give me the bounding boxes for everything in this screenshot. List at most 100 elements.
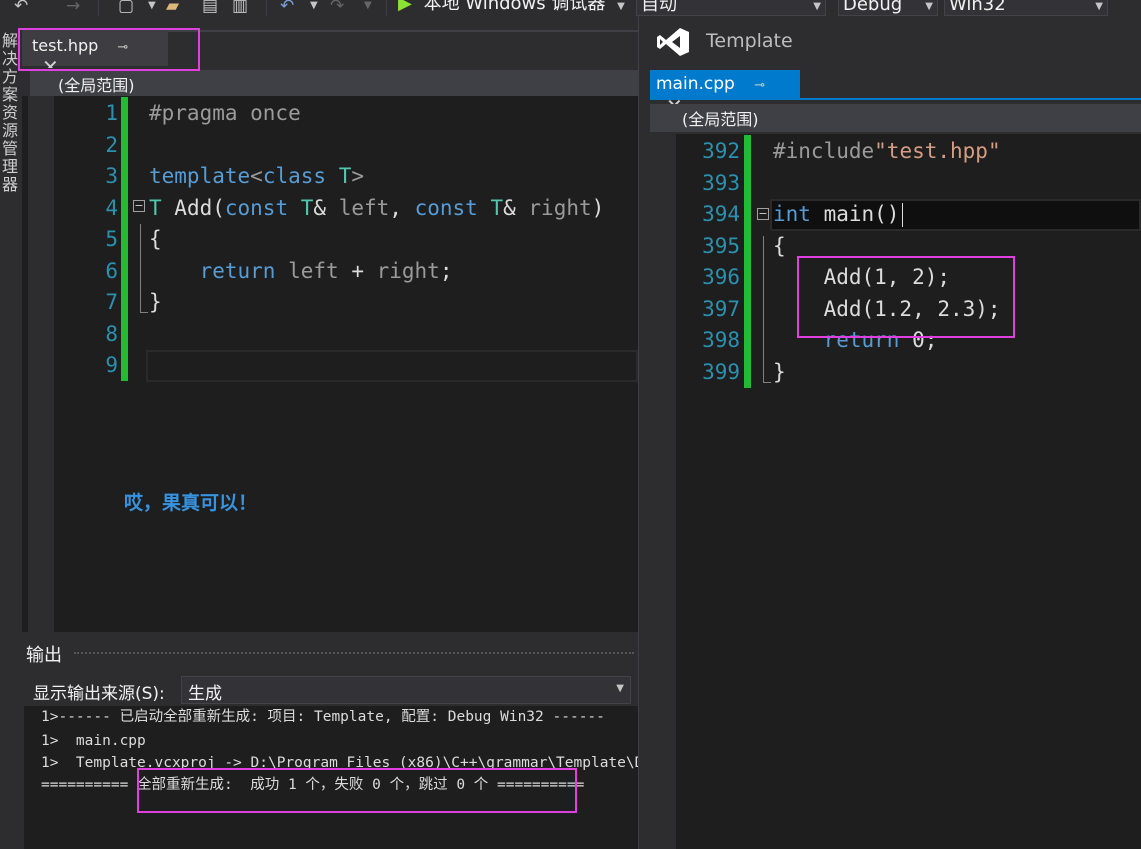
code-token: int [773, 202, 811, 226]
code-token: main() [810, 202, 900, 226]
code-token: } [149, 290, 162, 314]
code-token: & [313, 195, 339, 220]
code-token: & [503, 195, 529, 220]
output-line: 1> main.cpp [41, 733, 146, 749]
code-line: template<class T> [149, 161, 364, 193]
line-number: 9 [105, 353, 118, 377]
code-token: , [389, 195, 415, 220]
line-number: 6 [105, 258, 118, 283]
debugger-label: 本地 Windows 调试器 [423, 0, 606, 14]
current-line-highlight [146, 350, 638, 382]
code-line: { [773, 231, 786, 263]
chevron-down-icon: ▼ [616, 683, 624, 694]
visual-studio-logo-icon [657, 28, 689, 56]
highlight-box-tab [18, 28, 200, 71]
code-token: { [149, 227, 162, 251]
undo-dropdown-icon[interactable]: ▼ [310, 0, 318, 16]
line-number: 393 [702, 170, 740, 195]
code-token: const [224, 195, 289, 220]
auto-value: 自动 [641, 0, 677, 15]
tab-main-cpp[interactable]: main.cpp ⊸ ✕ [650, 70, 800, 118]
navigate-forward-icon[interactable]: → [66, 0, 80, 16]
collapse-icon[interactable]: − [757, 208, 769, 220]
code-token: right [376, 258, 440, 283]
scope-label: (全局范围) [682, 110, 759, 129]
solution-explorer-label[interactable]: 解决方案资源管理器 [2, 32, 18, 194]
code-token: return [199, 258, 276, 283]
line-number: 392 [702, 139, 740, 163]
code-token: ; [439, 258, 453, 283]
scope-navigation-bar[interactable]: (全局范围) [650, 104, 1141, 132]
code-token: left [288, 258, 339, 283]
solution-config-combo[interactable]: Debug ▼ [838, 0, 938, 16]
open-folder-icon[interactable]: ▰ [166, 0, 179, 16]
code-token: #include [773, 139, 875, 163]
line-number: 1 [105, 101, 118, 125]
chevron-down-icon: ▼ [617, 1, 625, 12]
code-token: T [490, 195, 504, 220]
line-number: 394 [702, 202, 740, 226]
code-line: #include"test.hpp" [773, 136, 1001, 168]
line-number: 2 [105, 132, 118, 157]
change-tracking-bar [121, 97, 128, 381]
new-project-icon[interactable]: ▢ [118, 0, 134, 16]
line-number: 396 [702, 265, 740, 289]
line-number: 7 [105, 290, 118, 314]
redo-dropdown-icon[interactable]: ▼ [364, 0, 372, 16]
code-token: left [338, 195, 390, 220]
start-debugger-button[interactable]: ▶ 本地 Windows 调试器 ▼ [398, 0, 626, 16]
code-line: } [149, 287, 162, 319]
output-line: 1>------ 已启动全部重新生成: 项目: Template, 配置: De… [41, 709, 605, 725]
code-token: Add( [161, 195, 225, 220]
solution-explorer-strip[interactable]: 解决方案资源管理器 [0, 16, 22, 849]
code-line: { [149, 224, 162, 256]
code-token: { [773, 233, 786, 258]
change-tracking-bar [744, 135, 751, 388]
dropdown-arrow-icon[interactable]: ▼ [148, 0, 156, 16]
left-editor-margin [28, 96, 54, 632]
save-all-icon[interactable]: ▥ [232, 0, 248, 16]
code-token: const [414, 195, 478, 220]
panel-grip[interactable] [74, 652, 634, 656]
collapse-icon[interactable]: − [133, 200, 145, 212]
chevron-down-icon: ▼ [1095, 1, 1103, 12]
code-token: < [250, 164, 263, 188]
code-token: ) [591, 195, 605, 220]
line-number: 397 [702, 296, 740, 321]
scope-navigation-bar[interactable]: (全局范围) [30, 68, 638, 96]
save-icon[interactable]: ▤ [202, 0, 218, 16]
window-title: Template [706, 30, 793, 52]
highlight-box-build-result [137, 768, 577, 813]
chevron-down-icon: ▼ [813, 1, 821, 12]
line-number: 8 [105, 321, 118, 346]
code-token: + [338, 258, 377, 283]
redo-icon[interactable]: ↷ [330, 0, 344, 16]
chevron-down-icon: ▼ [925, 1, 933, 12]
code-line: T Add(const T& left, const T& right) [149, 193, 604, 225]
output-source-select[interactable]: 生成 ▼ [181, 676, 631, 704]
solution-platform-combo[interactable]: Win32 ▼ [944, 0, 1108, 16]
line-number: 5 [105, 227, 118, 251]
navigate-back-icon[interactable]: ↶ [14, 0, 28, 16]
code-token: right [528, 195, 592, 220]
tab-strip-underline [650, 98, 1141, 100]
code-token: > [351, 164, 364, 188]
text-cursor [902, 203, 903, 227]
code-token: T [338, 164, 352, 188]
pin-icon[interactable]: ⊸ [754, 78, 765, 93]
config-value: Debug [843, 0, 903, 15]
platform-value: Win32 [949, 0, 1006, 15]
code-token: T [149, 195, 162, 220]
undo-icon[interactable]: ↶ [280, 0, 294, 16]
code-token: #pragma once [149, 101, 301, 125]
code-token: template [149, 164, 251, 188]
auto-combo[interactable]: 自动 ▼ [636, 0, 826, 16]
tab-label: main.cpp [656, 74, 735, 94]
scope-label: (全局范围) [58, 76, 135, 95]
right-editor-margin [650, 134, 676, 849]
